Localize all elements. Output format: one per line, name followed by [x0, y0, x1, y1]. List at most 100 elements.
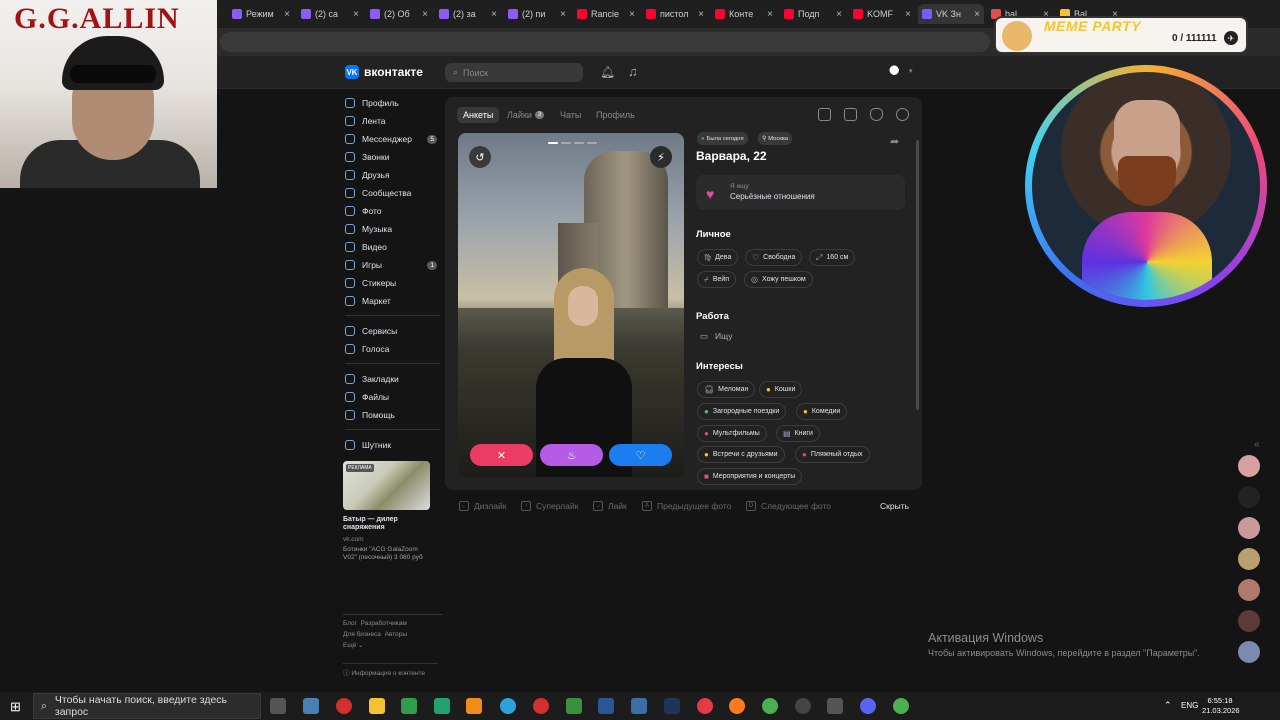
like-button[interactable]: ♡	[609, 444, 672, 466]
browser-tab[interactable]: пистол ×	[642, 4, 708, 24]
music-icon[interactable]: ♫	[628, 64, 638, 79]
sidebar-ad[interactable]: РЕКЛАМА Батыр — дилер снаряжения vk.com …	[343, 461, 431, 562]
footer-link-blog[interactable]: Блог	[343, 620, 357, 627]
gear-icon[interactable]	[896, 108, 909, 121]
chrome-icon[interactable]	[762, 698, 778, 714]
photoshop-icon[interactable]	[664, 698, 680, 714]
footer-link-more[interactable]: Ещё ⌄	[343, 642, 364, 649]
app-icon[interactable]	[827, 698, 843, 714]
tray-chevron-icon[interactable]: ⌃	[1164, 700, 1172, 711]
firefox-icon[interactable]	[729, 698, 745, 714]
word-icon[interactable]	[598, 698, 614, 714]
sidebar-item-menu-4[interactable]: Друзья	[345, 166, 445, 184]
close-icon[interactable]: ×	[974, 9, 980, 20]
app-icon[interactable]	[303, 698, 319, 714]
friend-avatar[interactable]	[1238, 486, 1260, 508]
app-icon[interactable]	[401, 698, 417, 714]
browser-tab[interactable]: (2) Об ×	[366, 4, 432, 24]
close-icon[interactable]: ×	[422, 9, 428, 20]
tab-likes[interactable]: Лайки 3	[507, 107, 545, 123]
browser-tab[interactable]: (2) за ×	[435, 4, 501, 24]
close-icon[interactable]: ×	[767, 9, 773, 20]
ad-title[interactable]: Батыр — дилер снаряжения	[343, 516, 431, 532]
taskbar-search[interactable]: ⌕ Чтобы начать поиск, введите здесь запро…	[33, 693, 261, 719]
yandex-icon[interactable]	[697, 698, 713, 714]
boost-icon[interactable]: ⚡︎	[650, 146, 672, 168]
close-icon[interactable]: ×	[353, 9, 359, 20]
discord-icon[interactable]	[860, 698, 876, 714]
app-icon[interactable]	[434, 698, 450, 714]
close-icon[interactable]: ×	[560, 9, 566, 20]
search-input[interactable]: ⌕ Поиск	[445, 63, 583, 82]
footer-link-authors[interactable]: Авторы	[385, 631, 407, 638]
browser-tab[interactable]: Rancie ×	[573, 4, 639, 24]
chrome-icon[interactable]	[893, 698, 909, 714]
close-icon[interactable]: ×	[905, 9, 911, 20]
browser-tab[interactable]: KOMF ×	[849, 4, 915, 24]
windows-start-icon[interactable]: ⊞	[10, 699, 21, 715]
sidebar-item-menu4-0[interactable]: Шутник	[345, 436, 445, 454]
browser-tab[interactable]: Конте ×	[711, 4, 777, 24]
sidebar-item-menu-2[interactable]: Мессенджер 5	[345, 130, 445, 148]
sidebar-item-menu-8[interactable]: Видео	[345, 238, 445, 256]
address-bar[interactable]	[220, 32, 990, 52]
task-view-icon[interactable]	[270, 698, 286, 714]
footer-link-dev[interactable]: Разработчикам	[361, 620, 407, 627]
browser-tab[interactable]: Подп ×	[780, 4, 846, 24]
scrollbar[interactable]	[916, 140, 919, 410]
sidebar-item-menu-5[interactable]: Сообщества	[345, 184, 445, 202]
ad-image[interactable]: РЕКЛАМА	[343, 461, 430, 510]
browser-tab[interactable]: (2) пи ×	[504, 4, 570, 24]
sidebar-item-menu-0[interactable]: Профиль	[345, 94, 445, 112]
explorer-icon[interactable]	[369, 698, 385, 714]
content-info-link[interactable]: ⓘ Информация о контенте	[343, 663, 438, 677]
sidebar-item-menu-3[interactable]: Звонки	[345, 148, 445, 166]
friend-avatar[interactable]	[1238, 579, 1260, 601]
thumbs-up-icon[interactable]	[818, 108, 831, 121]
app-icon[interactable]	[566, 698, 582, 714]
profile-avatar[interactable]	[887, 63, 905, 81]
collapse-icon[interactable]: «	[1254, 439, 1260, 450]
friend-avatar[interactable]	[1238, 548, 1260, 570]
close-icon[interactable]: ×	[629, 9, 635, 20]
close-icon[interactable]: ×	[284, 9, 290, 20]
language-indicator[interactable]: ENG	[1181, 701, 1198, 710]
app-icon[interactable]	[631, 698, 647, 714]
opera-icon[interactable]	[336, 698, 352, 714]
profile-photo[interactable]	[458, 133, 684, 477]
sidebar-item-menu3-1[interactable]: Файлы	[345, 388, 445, 406]
browser-tab[interactable]: Режим ×	[228, 4, 294, 24]
sidebar-item-menu-11[interactable]: Маркет	[345, 292, 445, 310]
sidebar-item-menu-1[interactable]: Лента	[345, 112, 445, 130]
tab-profile[interactable]: Профиль	[596, 107, 635, 123]
sidebar-item-menu-10[interactable]: Стикеры	[345, 274, 445, 292]
hide-hints-button[interactable]: Скрыть	[880, 501, 909, 511]
app-icon[interactable]	[795, 698, 811, 714]
sidebar-item-menu3-2[interactable]: Помощь	[345, 406, 445, 424]
friend-avatar[interactable]	[1238, 517, 1260, 539]
sidebar-item-menu2-1[interactable]: Голоса	[345, 340, 445, 358]
dislike-button[interactable]: ✕	[470, 444, 533, 466]
browser-tab[interactable]: VK Зн ×	[918, 4, 984, 24]
sidebar-item-menu-6[interactable]: Фото	[345, 202, 445, 220]
friend-avatar[interactable]	[1238, 610, 1260, 632]
sidebar-item-menu3-0[interactable]: Закладки	[345, 370, 445, 388]
tab-chats[interactable]: Чаты	[560, 107, 581, 123]
share-icon[interactable]: ➦	[890, 135, 899, 148]
vlc-icon[interactable]	[466, 698, 482, 714]
sidebar-item-menu-7[interactable]: Музыка	[345, 220, 445, 238]
friend-avatar[interactable]	[1238, 641, 1260, 663]
opera-gx-icon[interactable]	[533, 698, 549, 714]
browser-tab[interactable]: (2) са ×	[297, 4, 363, 24]
close-icon[interactable]: ×	[491, 9, 497, 20]
sidebar-item-menu2-0[interactable]: Сервисы	[345, 322, 445, 340]
clock[interactable]: 6:55:18 21.03.2026	[1202, 696, 1240, 716]
close-icon[interactable]: ×	[698, 9, 704, 20]
shield-icon[interactable]	[870, 108, 883, 121]
sidebar-item-menu-9[interactable]: Игры 1	[345, 256, 445, 274]
telegram-icon[interactable]	[500, 698, 516, 714]
vk-logo[interactable]: VK вконтакте	[345, 65, 423, 79]
notifications-icon[interactable]: 🔔︎	[600, 65, 615, 79]
friend-avatar[interactable]	[1238, 455, 1260, 477]
tab-ankety[interactable]: Анкеты	[457, 107, 500, 123]
